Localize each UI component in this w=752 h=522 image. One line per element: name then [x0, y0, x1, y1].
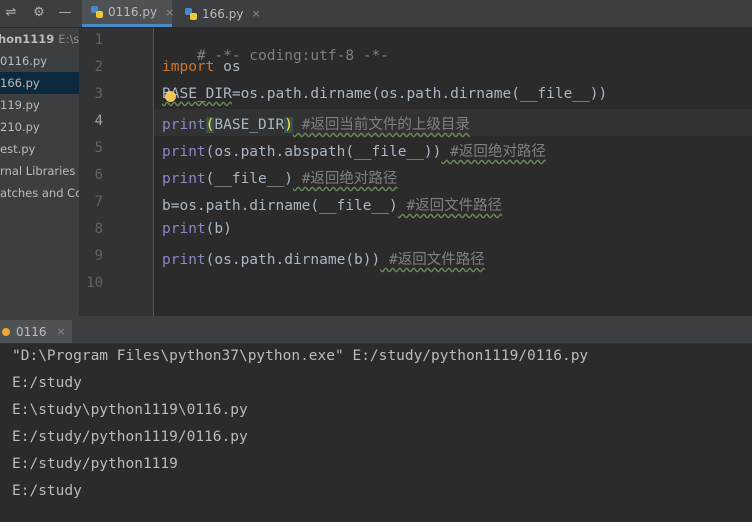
line-number: 8 [94, 221, 103, 237]
comment: #返回文件路径 [380, 252, 485, 268]
tree-item-166-py[interactable]: 166.py [0, 72, 79, 94]
console-line: E:/study/python1119 [12, 456, 178, 472]
line-number-current: 4 [94, 113, 103, 129]
tab-label: 0116.py [108, 5, 158, 19]
gear-icon[interactable]: ⚙ [30, 4, 48, 22]
code-text: =os.path.dirname(__file__) [170, 198, 398, 214]
python-file-icon [90, 5, 104, 19]
code-line-3: BASE_DIR=os.path.dirname(os.path.dirname… [162, 86, 607, 102]
line-number: 2 [94, 59, 103, 75]
tree-item-test-py[interactable]: est.py [0, 138, 79, 160]
close-run-tab-icon[interactable]: × [57, 325, 66, 338]
tree-item-scratches[interactable]: atches and Con [0, 182, 79, 204]
code-text: (b) [205, 221, 232, 237]
run-config-icon [2, 327, 10, 336]
code-line-8: print(b) [162, 221, 232, 237]
run-tab-label: 0116 [16, 324, 47, 339]
tree-item-210-py[interactable]: 210.py [0, 116, 79, 138]
tab-label: 166.py [202, 6, 244, 21]
code-line-2: import os [162, 59, 241, 75]
run-console[interactable]: "D:\Program Files\python37\python.exe" E… [0, 344, 752, 522]
console-line: E:/study/python1119/0116.py [12, 429, 248, 445]
run-tool-window-header: 0116 × [0, 320, 752, 344]
comment: #返回当前文件的上级目录 [292, 117, 470, 133]
code-line-5: print(os.path.abspath(__file__)) #返回绝对路径 [162, 140, 546, 161]
project-path: E:\stu [58, 32, 80, 46]
code-line-9: print(os.path.dirname(b)) #返回文件路径 [162, 248, 485, 269]
code-line-6: print(__file__) #返回绝对路径 [162, 167, 397, 188]
code-text: (os.path.abspath(__file__)) [205, 144, 442, 160]
code-text: (os.path.dirname(b)) [205, 252, 381, 268]
line-number: 6 [94, 167, 103, 183]
tree-item-119-py[interactable]: 119.py [0, 94, 79, 116]
line-number: 1 [94, 32, 103, 48]
comment: #返回绝对路径 [441, 144, 546, 160]
python-file-icon [184, 7, 198, 21]
project-root[interactable]: hon1119E:\stu [0, 28, 80, 50]
builtin: print [162, 171, 206, 187]
code-line-4: print(BASE_DIR) #返回当前文件的上级目录 [162, 113, 470, 134]
console-line: E:\study\python1119\0116.py [12, 402, 248, 418]
builtin: print [162, 144, 206, 160]
line-number: 3 [94, 86, 103, 102]
builtin: print [162, 252, 206, 268]
builtin: print [162, 221, 206, 237]
console-line: E:/study [12, 375, 82, 391]
lightbulb-icon[interactable] [165, 91, 176, 102]
tab-166-py[interactable]: 166.py × [176, 0, 261, 27]
tree-item-external-libraries[interactable]: rnal Libraries [0, 160, 79, 182]
comment: #返回文件路径 [397, 198, 503, 214]
code-text: =os.path.dirname(os.path.dirname(__file_… [231, 86, 608, 102]
project-tree: hon1119E:\stu 0116.py 166.py 119.py 210.… [0, 28, 80, 316]
comment: #返回绝对路径 [292, 171, 398, 187]
line-number: 5 [94, 140, 103, 156]
code-text: (__file__) [205, 171, 293, 187]
tab-0116-py[interactable]: 0116.py × [82, 0, 174, 27]
console-line: "D:\Program Files\python37\python.exe" E… [12, 348, 589, 364]
editor-tab-bar: ⇌ ⚙ — 0116.py × 166.py × [0, 0, 752, 28]
variable: b [162, 198, 171, 214]
code-text: BASE_DIR [214, 117, 285, 133]
minimize-icon[interactable]: — [56, 4, 74, 22]
paren: ) [284, 117, 293, 133]
line-number-gutter: 1 2 3 4 5 6 7 8 9 10 [80, 28, 154, 316]
line-number: 9 [94, 248, 103, 264]
keyword: import [162, 59, 215, 75]
project-name: hon1119 [0, 32, 55, 46]
tree-item-0116-py[interactable]: 0116.py [0, 50, 79, 72]
close-tab-icon[interactable]: × [165, 6, 174, 19]
code-editor[interactable]: # -*- coding:utf-8 -*- import os BASE_DI… [154, 28, 752, 316]
sliders-icon[interactable]: ⇌ [2, 4, 20, 22]
builtin: print [162, 117, 206, 133]
console-line: E:/study [12, 483, 82, 499]
line-number: 7 [94, 194, 103, 210]
run-tab-0116[interactable]: 0116 × [0, 320, 72, 343]
code-text: os [214, 59, 241, 75]
line-number: 10 [86, 275, 103, 291]
close-tab-icon[interactable]: × [251, 7, 260, 20]
code-line-7: b=os.path.dirname(__file__) #返回文件路径 [162, 194, 502, 215]
